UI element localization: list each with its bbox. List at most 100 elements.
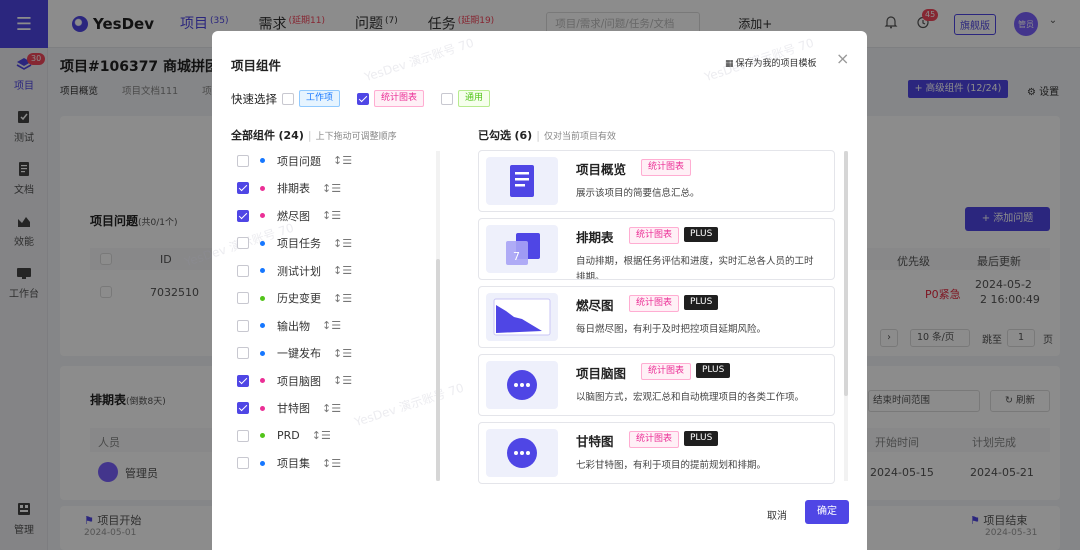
confirm-button[interactable]: 确定: [805, 500, 849, 524]
component-label: 项目集: [277, 457, 310, 471]
tag-general: 通用: [458, 90, 491, 107]
checkbox[interactable]: [237, 374, 249, 387]
drag-handle-icon[interactable]: ↕☰: [322, 457, 341, 470]
overview-doc-icon: [486, 157, 558, 205]
selected-component-card[interactable]: 项目概览 统计图表展示该项目的简要信息汇总。: [478, 150, 835, 212]
tag-chart: 统计图表: [629, 295, 680, 312]
component-label: PRD: [277, 429, 300, 443]
tag-chart: 统计图表: [641, 159, 692, 176]
component-item[interactable]: 燃尽图 ↕☰: [237, 202, 427, 230]
category-dot: [260, 378, 265, 384]
category-dot: [260, 350, 265, 356]
component-item[interactable]: 项目问题 ↕☰: [237, 147, 427, 175]
drag-handle-icon[interactable]: ↕☰: [322, 209, 341, 222]
component-name: 项目脑图: [576, 366, 627, 381]
checkbox[interactable]: [237, 182, 249, 195]
close-icon[interactable]: ×: [836, 49, 849, 68]
quick-option-general[interactable]: 通用: [441, 90, 491, 107]
svg-text:7: 7: [513, 250, 520, 263]
checkbox[interactable]: [237, 319, 249, 332]
checkbox[interactable]: [237, 237, 249, 250]
checkbox[interactable]: [282, 92, 294, 105]
checkbox[interactable]: [237, 429, 249, 442]
quick-option-workitem[interactable]: 工作项: [282, 90, 341, 107]
tag-chart: 统计图表: [629, 431, 680, 448]
component-item[interactable]: 一键发布 ↕☰: [237, 340, 427, 368]
component-label: 输出物: [277, 319, 310, 333]
component-item[interactable]: 排期表 ↕☰: [237, 175, 427, 203]
drag-handle-icon[interactable]: ↕☰: [333, 292, 352, 305]
drag-handle-icon[interactable]: ↕☰: [322, 182, 341, 195]
category-dot: [260, 405, 265, 411]
right-scrollbar[interactable]: [844, 151, 848, 481]
tag-chart: 统计图表: [629, 227, 680, 244]
category-dot: [260, 185, 265, 191]
selected-component-card[interactable]: 甘特图 统计图表 PLUS 七彩甘特图，有利于项目的提前规划和排期。: [478, 422, 835, 484]
component-desc: 展示该项目的简要信息汇总。: [576, 188, 700, 199]
category-dot: [260, 323, 265, 329]
save-template-label: 保存为我的项目模板: [735, 59, 817, 69]
component-name: 项目概览: [576, 162, 627, 177]
category-dot: [260, 158, 265, 164]
component-label: 甘特图: [277, 402, 310, 416]
selected-header: 已勾选 (6) | 仅对当前项目有效: [478, 129, 616, 142]
burndown-chart-icon: [486, 293, 558, 341]
component-item[interactable]: PRD ↕☰: [237, 422, 427, 450]
save-template-button[interactable]: ▦ 保存为我的项目模板: [725, 56, 817, 69]
component-label: 排期表: [277, 182, 310, 196]
checkbox[interactable]: [237, 457, 249, 470]
all-components-list: 项目问题 ↕☰ 排期表 ↕☰ 燃尽图 ↕☰ 项目任务 ↕☰ 测试计划 ↕☰ 历史变更 ↕☰ 输出物 ↕☰ 一…: [237, 147, 427, 477]
cancel-button[interactable]: 取消: [767, 507, 787, 522]
drag-handle-icon[interactable]: ↕☰: [333, 154, 352, 167]
left-scrollbar[interactable]: [436, 151, 440, 481]
component-item[interactable]: 项目脑图 ↕☰: [237, 367, 427, 395]
category-dot: [260, 213, 265, 219]
drag-handle-icon[interactable]: ↕☰: [333, 374, 352, 387]
selected-component-card[interactable]: 燃尽图 统计图表 PLUS 每日燃尽图，有利于及时把控项目延期风险。: [478, 286, 835, 348]
drag-handle-icon[interactable]: ↕☰: [333, 347, 352, 360]
plus-badge: PLUS: [696, 363, 731, 378]
tag-chart: 统计图表: [374, 90, 425, 107]
checkbox[interactable]: [237, 292, 249, 305]
checkbox[interactable]: [237, 154, 249, 167]
component-item[interactable]: 历史变更 ↕☰: [237, 285, 427, 313]
component-desc: 每日燃尽图，有利于及时把控项目延期风险。: [576, 324, 767, 335]
checkbox[interactable]: [237, 209, 249, 222]
selected-component-card[interactable]: 7 排期表 统计图表 PLUS 自动排期，根据任务评估和进度，实时汇总各人员的工时排期。: [478, 218, 835, 280]
drag-handle-icon[interactable]: ↕☰: [312, 429, 331, 442]
component-label: 测试计划: [277, 264, 321, 278]
component-label: 项目问题: [277, 154, 321, 168]
calendar-icon: 7: [486, 225, 558, 273]
drag-handle-icon[interactable]: ↕☰: [333, 264, 352, 277]
checkbox[interactable]: [237, 347, 249, 360]
drag-handle-icon[interactable]: ↕☰: [322, 319, 341, 332]
plus-badge: PLUS: [684, 295, 719, 310]
quick-option-chart[interactable]: 统计图表: [357, 90, 425, 107]
drag-handle-icon[interactable]: ↕☰: [333, 237, 352, 250]
component-item[interactable]: 输出物 ↕☰: [237, 312, 427, 340]
tag-workitem: 工作项: [299, 90, 341, 107]
component-item[interactable]: 项目任务 ↕☰: [237, 230, 427, 258]
all-components-header: 全部组件 (24) | 上下拖动可调整顺序: [231, 129, 397, 142]
checkbox[interactable]: [237, 264, 249, 277]
checkbox[interactable]: [441, 92, 453, 105]
drag-handle-icon[interactable]: ↕☰: [322, 402, 341, 415]
selected-component-card[interactable]: 项目脑图 统计图表 PLUS 以脑图方式，宏观汇总和自动梳理项目的各类工作项。: [478, 354, 835, 416]
checkbox[interactable]: [357, 92, 369, 105]
component-label: 历史变更: [277, 292, 321, 306]
mindmap-chat-icon: [486, 361, 558, 409]
component-label: 燃尽图: [277, 209, 310, 223]
component-desc: 七彩甘特图，有利于项目的提前规划和排期。: [576, 460, 767, 471]
component-desc: 以脑图方式，宏观汇总和自动梳理项目的各类工作项。: [576, 392, 805, 403]
dialog-title: 项目组件: [231, 58, 282, 73]
watermark: YesDev 演示账号 70: [362, 35, 476, 85]
component-item[interactable]: 项目集 ↕☰: [237, 450, 427, 478]
component-label: 项目脑图: [277, 374, 321, 388]
component-desc: 自动排期，根据任务评估和进度，实时汇总各人员的工时排期。: [576, 256, 814, 280]
component-name: 排期表: [576, 230, 614, 245]
checkbox[interactable]: [237, 402, 249, 415]
component-item[interactable]: 甘特图 ↕☰: [237, 395, 427, 423]
gantt-chat-icon: [486, 429, 558, 477]
plus-badge: PLUS: [684, 227, 719, 242]
component-item[interactable]: 测试计划 ↕☰: [237, 257, 427, 285]
